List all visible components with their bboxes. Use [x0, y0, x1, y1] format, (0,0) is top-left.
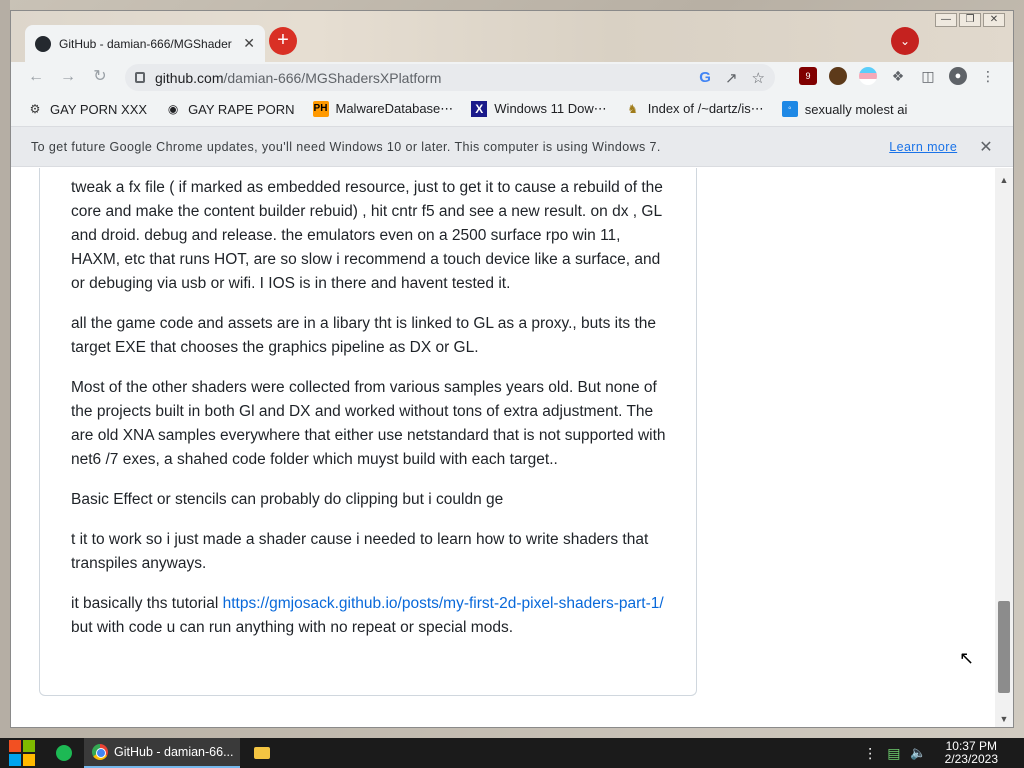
tab-title: GitHub - damian-666/MGShader [59, 36, 232, 51]
bookmark-label: Windows 11 Dow⋯ [494, 101, 607, 116]
close-icon[interactable]: ✕ [979, 137, 993, 157]
maximize-button[interactable]: ❐ [959, 13, 981, 27]
scroll-up-icon[interactable]: ▲ [995, 172, 1013, 188]
mouse-cursor-icon: ↖ [959, 648, 975, 668]
windows-logo-red [9, 740, 21, 752]
page-content: tweak a fx file ( if marked as embedded … [11, 168, 995, 727]
account-avatar[interactable]: ● [949, 67, 967, 85]
taskbar: GitHub - damian-66... ⋮ ▤ 🔈 10:37 PM 2/2… [0, 738, 1024, 768]
tab-github[interactable]: GitHub - damian-666/MGShader ✕ [25, 25, 265, 62]
tutorial-link[interactable]: https://gmjosack.github.io/posts/my-firs… [223, 595, 664, 612]
spotify-taskbar-button[interactable] [44, 738, 84, 768]
paragraph: Most of the other shaders were collected… [71, 379, 666, 468]
bookmark-item[interactable]: ◦ sexually molest ai [781, 101, 908, 117]
new-tab-button[interactable]: + [269, 27, 297, 55]
ublock-icon[interactable]: 9 [799, 67, 817, 85]
google-lens-icon[interactable]: G [699, 69, 711, 87]
chrome-taskbar-button[interactable]: GitHub - damian-66... [84, 738, 240, 768]
reload-button[interactable]: ↻ [89, 66, 111, 88]
close-window-button[interactable]: ✕ [983, 13, 1005, 27]
window-controls: — ❐ ✕ [935, 13, 1005, 27]
globe-icon: ◉ [167, 102, 179, 116]
scroll-down-icon[interactable]: ▼ [995, 711, 1013, 727]
bookmark-item[interactable]: X Windows 11 Dow⋯ [471, 101, 607, 117]
paragraph-text: but with code u can run anything with no… [71, 619, 514, 636]
vertical-scrollbar[interactable]: ▲ ▼ [995, 168, 1013, 727]
bookmark-label: GAY RAPE PORN [188, 101, 295, 117]
learn-more-link[interactable]: Learn more [889, 140, 957, 154]
system-tray: ⋮ ▤ 🔈 10:37 PM 2/23/2023 [863, 740, 1024, 766]
url-host: github.com [155, 69, 224, 86]
windows-logo-yellow [23, 754, 35, 766]
github-icon [35, 35, 51, 52]
chrome-taskbar-label: GitHub - damian-66... [114, 745, 234, 759]
bookmark-star-icon[interactable]: ☆ [752, 69, 765, 87]
menu-kebab-icon[interactable]: ⋮ [979, 67, 997, 85]
side-panel-icon[interactable]: ◫ [919, 67, 937, 85]
paragraph-text: it basically ths tutorial [71, 595, 223, 612]
bookmark-item[interactable]: ⚙ GAY PORN XXX [27, 101, 147, 117]
chrome-icon [92, 744, 108, 760]
x-icon: X [471, 101, 488, 117]
windows-logo-green [23, 740, 35, 752]
folder-icon [254, 747, 270, 759]
minimize-button[interactable]: — [935, 13, 957, 27]
bookmark-label: Index of /~dartz/is⋯ [647, 101, 764, 116]
ph-icon: PH [312, 101, 329, 117]
paragraph: all the game code and assets are in a li… [71, 315, 657, 356]
gear-icon: ⚙ [29, 102, 41, 116]
url-text: github.com/damian-666/MGShadersXPlatform [155, 70, 699, 86]
forward-button[interactable]: → [57, 66, 79, 88]
readme-body: tweak a fx file ( if marked as embedded … [71, 176, 671, 656]
flag-extension-icon[interactable] [859, 67, 877, 85]
url-path: /damian-666/MGShadersXPlatform [223, 69, 442, 86]
back-button[interactable]: ← [25, 66, 47, 88]
bookmark-label: MalwareDatabase⋯ [335, 101, 454, 116]
tab-search-button[interactable]: ⌄ [891, 27, 919, 55]
puzzle-icon[interactable]: ❖ [889, 67, 907, 85]
bookmarks-bar: ⚙ GAY PORN XXX ◉ GAY RAPE PORN PH MalwareDa… [11, 92, 1013, 126]
lock-icon[interactable] [135, 72, 145, 83]
close-tab-icon[interactable]: ✕ [243, 35, 255, 52]
update-infobar: To get future Google Chrome updates, you… [11, 126, 1013, 167]
paragraph: t it to work so i just made a shader cau… [71, 531, 649, 572]
title-bar: — ❐ ✕ GitHub - damian-666/MGShader ✕ + ⌄ [11, 11, 1013, 62]
desktop-edge [0, 0, 10, 738]
paragraph: it basically ths tutorial https://gmjosa… [71, 592, 671, 640]
explorer-taskbar-button[interactable] [240, 738, 284, 768]
profile-extension-icon[interactable] [829, 67, 847, 85]
toolbar: ← → ↻ github.com/damian-666/MGShadersXPl… [11, 62, 1013, 92]
paragraph: tweak a fx file ( if marked as embedded … [71, 179, 663, 292]
ai-icon: ◦ [781, 101, 798, 117]
network-icon[interactable]: ▤ [887, 745, 900, 762]
clock[interactable]: 10:37 PM 2/23/2023 [945, 740, 998, 766]
tray-overflow-icon[interactable]: ⋮ [863, 745, 877, 762]
bookmark-item[interactable]: PH MalwareDatabase⋯ [312, 101, 454, 117]
bookmark-item[interactable]: ♞ Index of /~dartz/is⋯ [625, 101, 764, 117]
scroll-thumb[interactable] [998, 601, 1010, 693]
directory-icon: ♞ [627, 102, 639, 116]
share-icon[interactable]: ↗ [725, 69, 738, 87]
infobar-message: To get future Google Chrome updates, you… [31, 139, 661, 154]
volume-icon[interactable]: 🔈 [910, 745, 926, 761]
bookmark-item[interactable]: ◉ GAY RAPE PORN [165, 101, 295, 117]
omnibox-actions: G ↗ ☆ [699, 69, 765, 87]
extensions-area: 9 ❖ ◫ ● ⋮ [799, 67, 997, 85]
start-button[interactable] [0, 738, 44, 768]
paragraph: Basic Effect or stencils can probably do… [71, 491, 504, 508]
spotify-icon [56, 745, 72, 761]
bookmark-label: GAY PORN XXX [50, 101, 148, 117]
chrome-window: — ❐ ✕ GitHub - damian-666/MGShader ✕ + ⌄… [10, 10, 1014, 728]
address-bar[interactable]: github.com/damian-666/MGShadersXPlatform… [125, 64, 775, 91]
clock-date: 2/23/2023 [944, 752, 998, 766]
bookmark-label: sexually molest ai [804, 101, 908, 117]
windows-logo-blue [9, 754, 21, 766]
